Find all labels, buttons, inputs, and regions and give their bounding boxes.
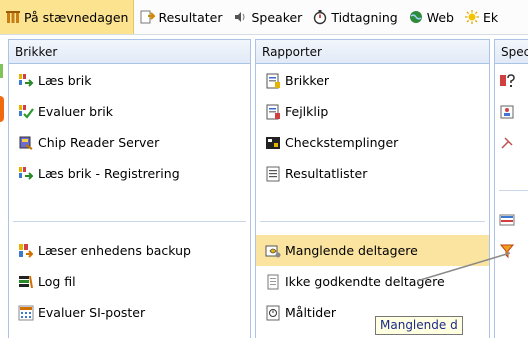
menu-tab-ek[interactable]: Ek (459, 0, 503, 34)
results-icon (139, 9, 156, 25)
menu-item-log-file[interactable]: Log fil (9, 266, 250, 297)
divider (260, 221, 485, 222)
menu-item-label: Log fil (38, 274, 76, 289)
menu-item-chip-reader-server[interactable]: Chip Reader Server (9, 127, 250, 158)
chip-reader-icon (18, 135, 34, 151)
card-question-icon (499, 73, 515, 89)
tooltip: Manglende d (375, 316, 463, 335)
pin-icon (499, 135, 515, 151)
backup-icon (18, 243, 34, 259)
menu-item-label: Evaluer SI-poster (38, 305, 146, 320)
panel-title: Spec (495, 40, 528, 64)
menu-item-special-3[interactable] (495, 127, 528, 158)
panel-brikker: Brikker Læs brik Evaluer brik Chip Reade… (8, 39, 251, 338)
menu-tab-label: Ek (482, 9, 499, 25)
menu-item-missing-participants[interactable]: Manglende deltagere (256, 235, 489, 266)
menu-item-label: Læs brik - Registrering (38, 166, 180, 181)
menu-tab-label: Web (426, 9, 454, 25)
menu-item-check-punches[interactable]: Checkstemplinger (256, 127, 489, 158)
si-posts-icon (18, 305, 34, 321)
cards-report-icon (265, 73, 281, 89)
result-list-icon (265, 166, 281, 182)
read-card-register-icon (18, 166, 34, 182)
stopwatch-icon (312, 9, 328, 25)
menu-item-label: Læs brik (38, 73, 92, 88)
menu-item-unapproved-participants[interactable]: Ikke godkendte deltagere (256, 266, 489, 297)
menu-item-special-2[interactable] (495, 96, 528, 127)
menu-item-special-4[interactable] (495, 204, 528, 235)
evaluate-card-icon (18, 104, 34, 120)
check-punch-icon (265, 135, 281, 151)
menu-item-evaluate-si-posts[interactable]: Evaluer SI-poster (9, 297, 250, 328)
menu-item-label: Ikke godkendte deltagere (285, 274, 445, 289)
divider (13, 221, 246, 222)
menu-item-read-card-register[interactable]: Læs brik - Registrering (9, 158, 250, 189)
menu-tab-timing[interactable]: Tidtagning (307, 0, 402, 34)
menu-tab-speaker[interactable]: Speaker (227, 0, 307, 34)
error-punch-icon (265, 104, 281, 120)
panel-rapporter: Rapporter Brikker Fejlklip Checkstemplin… (255, 39, 490, 338)
divider (499, 190, 528, 191)
log-file-icon (18, 274, 34, 290)
globe-icon (408, 9, 424, 25)
funnel-icon (499, 243, 515, 259)
menu-item-label: Resultatlister (285, 166, 368, 181)
document-icon (265, 274, 281, 290)
menu-item-label: Læser enhedens backup (38, 243, 191, 258)
menu-tab-label: Resultater (158, 9, 223, 25)
sun-icon (464, 9, 480, 25)
grid-settings-icon (499, 212, 515, 228)
menu-item-label: Manglende deltagere (285, 243, 418, 258)
speaker-icon (232, 9, 248, 25)
menu-tab-label: På stævnedagen (24, 9, 129, 25)
people-list-icon (499, 104, 515, 120)
left-edge-marker (0, 96, 4, 122)
menu-tab-event-day[interactable]: På stævnedagen (0, 0, 135, 34)
ribbon-menubar: På stævnedagen Resultater Speaker Tidtag… (0, 0, 528, 35)
menu-tab-label: Tidtagning (331, 9, 398, 25)
menu-item-label: Checkstemplinger (285, 135, 399, 150)
menu-item-error-punch[interactable]: Fejlklip (256, 96, 489, 127)
menu-item-read-card[interactable]: Læs brik (9, 65, 250, 96)
menu-item-label: Måltider (285, 305, 337, 320)
menu-tab-web[interactable]: Web (403, 0, 459, 34)
menu-item-device-backup[interactable]: Læser enhedens backup (9, 235, 250, 266)
menu-item-special-1[interactable] (495, 65, 528, 96)
menu-tab-results[interactable]: Resultater (134, 0, 227, 34)
menu-item-cards-report[interactable]: Brikker (256, 65, 489, 96)
left-edge-marker (0, 64, 3, 78)
menu-item-label: Evaluer brik (38, 104, 113, 119)
panel-title: Brikker (9, 40, 250, 64)
read-card-icon (18, 73, 34, 89)
menu-item-label: Brikker (285, 73, 330, 88)
menu-item-label: Fejlklip (285, 104, 329, 119)
finish-times-icon (265, 305, 281, 321)
menu-item-evaluate-card[interactable]: Evaluer brik (9, 96, 250, 127)
menu-item-special-5[interactable] (495, 235, 528, 266)
menu-item-label: Chip Reader Server (38, 135, 160, 150)
event-icon (5, 9, 21, 25)
menu-item-result-lists[interactable]: Resultatlister (256, 158, 489, 189)
missing-participants-icon (265, 243, 281, 259)
menu-tab-label: Speaker (251, 9, 303, 25)
panel-title: Rapporter (256, 40, 489, 64)
panel-special: Spec (494, 39, 528, 338)
